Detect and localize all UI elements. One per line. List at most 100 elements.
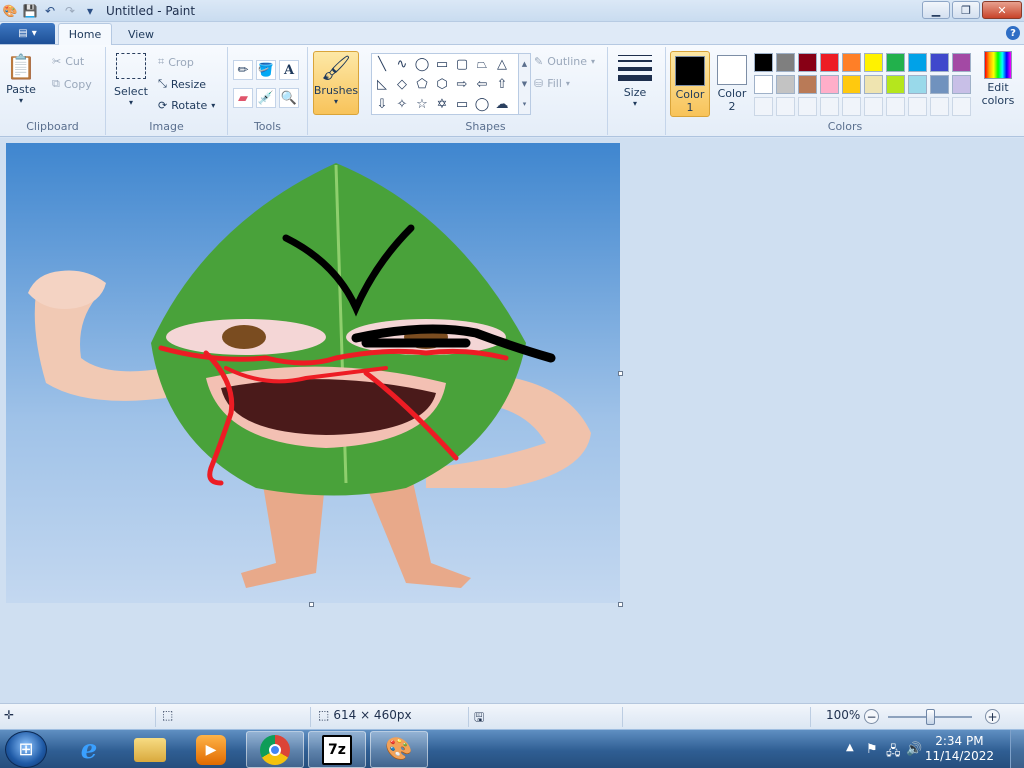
resize-handle-bottom[interactable] (309, 602, 314, 607)
palette-custom-slot[interactable] (908, 97, 927, 116)
magnifier-icon[interactable]: 🔍 (279, 88, 299, 108)
up-arrow-shape-icon[interactable]: ⇧ (492, 74, 512, 94)
palette-color-swatch[interactable] (930, 75, 949, 94)
canvas-workspace[interactable] (0, 138, 1024, 703)
palette-custom-slot[interactable] (952, 97, 971, 116)
fill-bucket-icon[interactable]: 🪣 (256, 60, 276, 80)
customize-quick-access-icon[interactable]: ▾ (80, 2, 100, 20)
network-icon[interactable]: 🖧 (886, 742, 901, 764)
palette-custom-slot[interactable] (930, 97, 949, 116)
expand-gallery-icon[interactable]: ▾ (523, 100, 527, 108)
rounded-callout-shape-icon[interactable]: ▭ (452, 94, 472, 114)
restore-button[interactable]: ❐ (952, 1, 980, 19)
palette-color-swatch[interactable] (908, 53, 927, 72)
palette-custom-slot[interactable] (864, 97, 883, 116)
zoom-in-button[interactable]: + (985, 709, 1000, 724)
redo-icon[interactable]: ↷ (60, 2, 80, 20)
palette-custom-slot[interactable] (754, 97, 773, 116)
palette-color-swatch[interactable] (776, 75, 795, 94)
palette-color-swatch[interactable] (842, 53, 861, 72)
paint-menu-button[interactable]: ▤ ▾ (0, 23, 55, 44)
fill-button[interactable]: ⛁ Fill ▾ (534, 77, 570, 90)
resize-handle-right[interactable] (618, 371, 623, 376)
resize-handle-corner[interactable] (618, 602, 623, 607)
show-hidden-icons-chevron[interactable]: ▲ (846, 742, 854, 753)
palette-custom-slot[interactable] (842, 97, 861, 116)
brushes-button[interactable]: 🖌 Brushes ▾ (313, 51, 359, 115)
minimize-button[interactable]: ▁ (922, 1, 950, 19)
taskbar-media-player[interactable]: ▶ (182, 731, 240, 768)
palette-color-swatch[interactable] (864, 53, 883, 72)
hexagon-shape-icon[interactable]: ⬡ (432, 74, 452, 94)
palette-color-swatch[interactable] (820, 53, 839, 72)
tab-view[interactable]: View (116, 23, 166, 45)
palette-color-swatch[interactable] (864, 75, 883, 94)
taskbar-internet-explorer[interactable]: e (60, 731, 118, 768)
shapes-gallery-scroller[interactable]: ▲ ▼ ▾ (519, 53, 531, 115)
copy-button[interactable]: ⧉ Copy (52, 77, 92, 91)
palette-color-swatch[interactable] (930, 53, 949, 72)
palette-color-swatch[interactable] (754, 75, 773, 94)
palette-custom-slot[interactable] (820, 97, 839, 116)
color-picker-icon[interactable]: 💉 (256, 88, 276, 108)
scroll-up-icon[interactable]: ▲ (522, 60, 527, 68)
rotate-button[interactable]: ⟳ Rotate ▾ (158, 99, 215, 112)
show-desktop-button[interactable] (1010, 730, 1024, 768)
help-icon[interactable]: ? (1006, 26, 1020, 40)
save-icon[interactable]: 💾 (20, 2, 40, 20)
action-center-icon[interactable]: ⚑ (866, 742, 878, 757)
paint-app-icon[interactable]: 🎨 (0, 2, 20, 20)
four-point-star-shape-icon[interactable]: ✧ (392, 94, 412, 114)
close-button[interactable]: ✕ (982, 1, 1022, 19)
triangle-shape-icon[interactable]: △ (492, 54, 512, 74)
select-button[interactable]: Select ▾ (114, 53, 148, 107)
curve-shape-icon[interactable]: ∿ (392, 54, 412, 74)
rounded-rectangle-shape-icon[interactable]: ▢ (452, 54, 472, 74)
oval-shape-icon[interactable]: ◯ (412, 54, 432, 74)
cut-button[interactable]: ✂ Cut (52, 55, 84, 68)
volume-icon[interactable]: 🔊 (906, 742, 922, 757)
palette-color-swatch[interactable] (820, 75, 839, 94)
taskbar-paint[interactable]: 🎨 (370, 731, 428, 768)
start-button[interactable]: ⊞ (5, 731, 47, 768)
color1-button[interactable]: Color 1 (670, 51, 710, 117)
tab-home[interactable]: Home (58, 23, 112, 45)
palette-color-swatch[interactable] (842, 75, 861, 94)
cloud-callout-shape-icon[interactable]: ☁ (492, 94, 512, 114)
left-arrow-shape-icon[interactable]: ⇦ (472, 74, 492, 94)
taskbar-7zip[interactable]: 7z (308, 731, 366, 768)
palette-color-swatch[interactable] (798, 53, 817, 72)
taskbar-chrome[interactable] (246, 731, 304, 768)
zoom-slider-thumb[interactable] (926, 709, 935, 725)
palette-custom-slot[interactable] (776, 97, 795, 116)
palette-color-swatch[interactable] (754, 53, 773, 72)
eraser-icon[interactable]: ▰ (233, 88, 253, 108)
oval-callout-shape-icon[interactable]: ◯ (472, 94, 492, 114)
palette-color-swatch[interactable] (798, 75, 817, 94)
zoom-out-button[interactable]: − (864, 709, 879, 724)
right-triangle-shape-icon[interactable]: ◺ (372, 74, 392, 94)
drawing-canvas[interactable] (6, 143, 620, 603)
palette-color-swatch[interactable] (886, 75, 905, 94)
scroll-down-icon[interactable]: ▼ (522, 80, 527, 88)
color2-button[interactable]: Color 2 (714, 51, 750, 117)
text-tool-icon[interactable]: A (279, 60, 299, 80)
down-arrow-shape-icon[interactable]: ⇩ (372, 94, 392, 114)
polygon-shape-icon[interactable]: ⏢ (472, 54, 492, 74)
resize-button[interactable]: ⤡ Resize (158, 77, 206, 91)
crop-button[interactable]: ⌗ Crop (158, 55, 194, 69)
diamond-shape-icon[interactable]: ◇ (392, 74, 412, 94)
pencil-icon[interactable]: ✏ (233, 60, 253, 80)
edit-colors-button[interactable]: Edit colors (976, 51, 1020, 107)
line-shape-icon[interactable]: ╲ (372, 54, 392, 74)
taskbar-file-explorer[interactable] (121, 731, 179, 768)
size-button[interactable]: Size ▾ (618, 53, 652, 108)
five-point-star-shape-icon[interactable]: ☆ (412, 94, 432, 114)
outline-button[interactable]: ✎ Outline ▾ (534, 55, 595, 68)
undo-icon[interactable]: ↶ (40, 2, 60, 20)
pentagon-shape-icon[interactable]: ⬠ (412, 74, 432, 94)
paste-button[interactable]: 📋 Paste ▾ (6, 51, 36, 105)
palette-color-swatch[interactable] (952, 75, 971, 94)
rectangle-shape-icon[interactable]: ▭ (432, 54, 452, 74)
clock[interactable]: 2:34 PM 11/14/2022 (925, 734, 994, 764)
